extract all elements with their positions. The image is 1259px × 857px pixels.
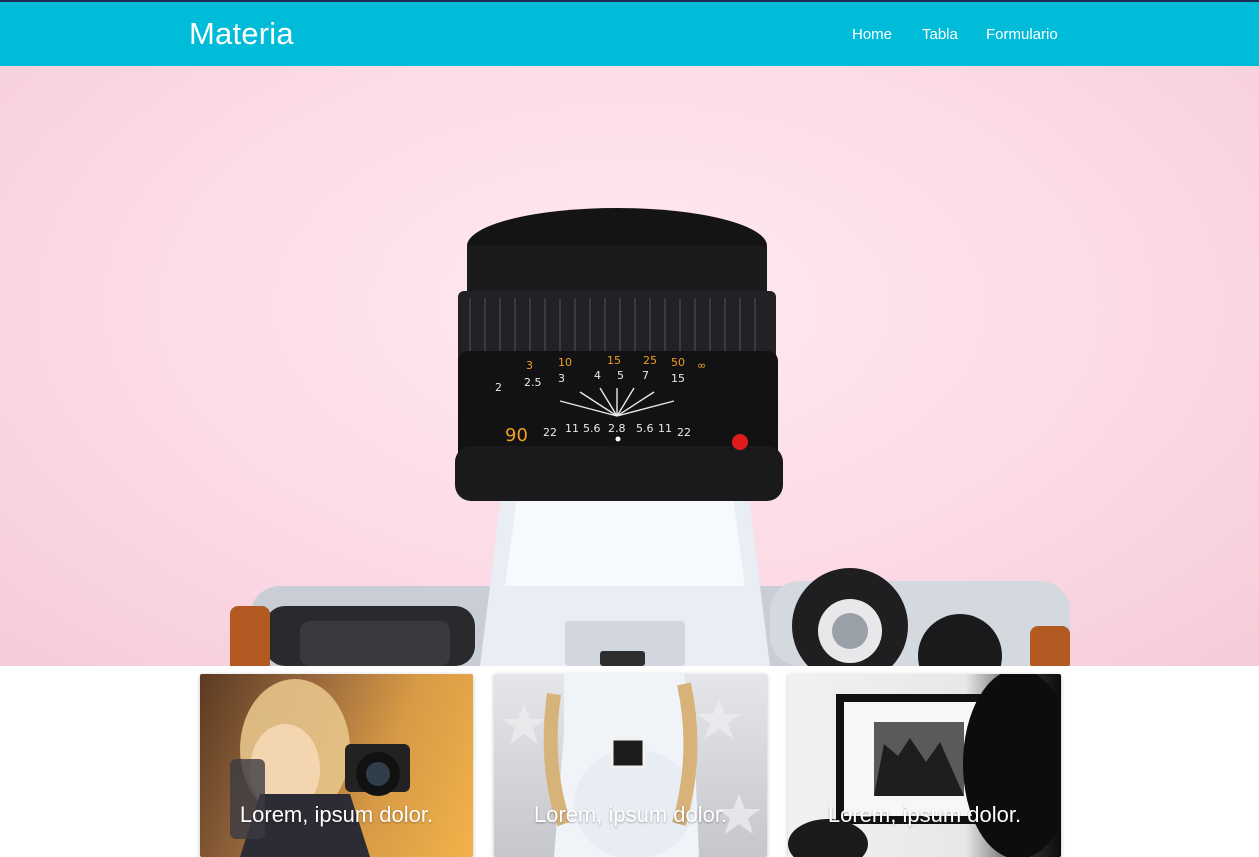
card-pregnant-woman[interactable]: Lorem, ipsum dolor. — [494, 674, 767, 857]
lens-badge-90: 90 — [505, 425, 528, 446]
card-framed-photo[interactable]: Lorem, ipsum dolor. — [788, 674, 1061, 857]
lens-dist-50: 50 — [671, 356, 685, 369]
lens-scale-2.5: 2.5 — [524, 376, 542, 389]
card-caption: Lorem, ipsum dolor. — [533, 802, 728, 827]
lens-scale-2.8: 2.8 — [608, 422, 626, 435]
card-girl-camera[interactable]: Lorem, ipsum dolor. — [200, 674, 473, 857]
lens-dist-inf: ∞ — [697, 359, 706, 372]
lens-dist-3: 3 — [526, 359, 533, 372]
card-image-pregnant-woman — [502, 674, 761, 857]
lens-scale-11a: 11 — [565, 422, 579, 435]
hero-banner: 2 2.5 3 4 5 7 15 22 11 5.6 2.8 5.6 11 22… — [0, 66, 1259, 666]
card-caption: Lorem, ipsum dolor. — [827, 802, 1022, 827]
lens-scale-15: 15 — [671, 372, 685, 385]
lens-scale-4: 4 — [594, 369, 601, 382]
nav-link-home[interactable]: Home — [852, 26, 892, 43]
lens-scale-5: 5 — [617, 369, 624, 382]
top-navbar: Materia Home Tabla Formulario — [0, 0, 1259, 66]
card-image-framed-photo — [788, 674, 1061, 857]
lens-scale-11b: 11 — [658, 422, 672, 435]
brand-logo[interactable]: Materia — [189, 16, 294, 52]
lens-scale-22a: 22 — [543, 426, 557, 439]
lens-scale-3: 3 — [558, 372, 565, 385]
card-caption: Lorem, ipsum dolor. — [239, 802, 434, 827]
camera-illustration: 2 2.5 3 4 5 7 15 22 11 5.6 2.8 5.6 11 22… — [230, 208, 1070, 666]
lens-scale-7: 7 — [642, 369, 649, 382]
lens-scale-2: 2 — [495, 381, 502, 394]
lens-scale-22b: 22 — [677, 426, 691, 439]
lens-dist-25: 25 — [643, 354, 657, 367]
lens-scale-5.6b: 5.6 — [636, 422, 654, 435]
nav-link-formulario[interactable]: Formulario — [986, 26, 1058, 43]
lens-dist-10: 10 — [558, 356, 572, 369]
card-image-girl-camera — [230, 679, 410, 857]
lens-scale-5.6a: 5.6 — [583, 422, 601, 435]
lens-dist-15: 15 — [607, 354, 621, 367]
nav-link-tabla[interactable]: Tabla — [922, 26, 958, 43]
